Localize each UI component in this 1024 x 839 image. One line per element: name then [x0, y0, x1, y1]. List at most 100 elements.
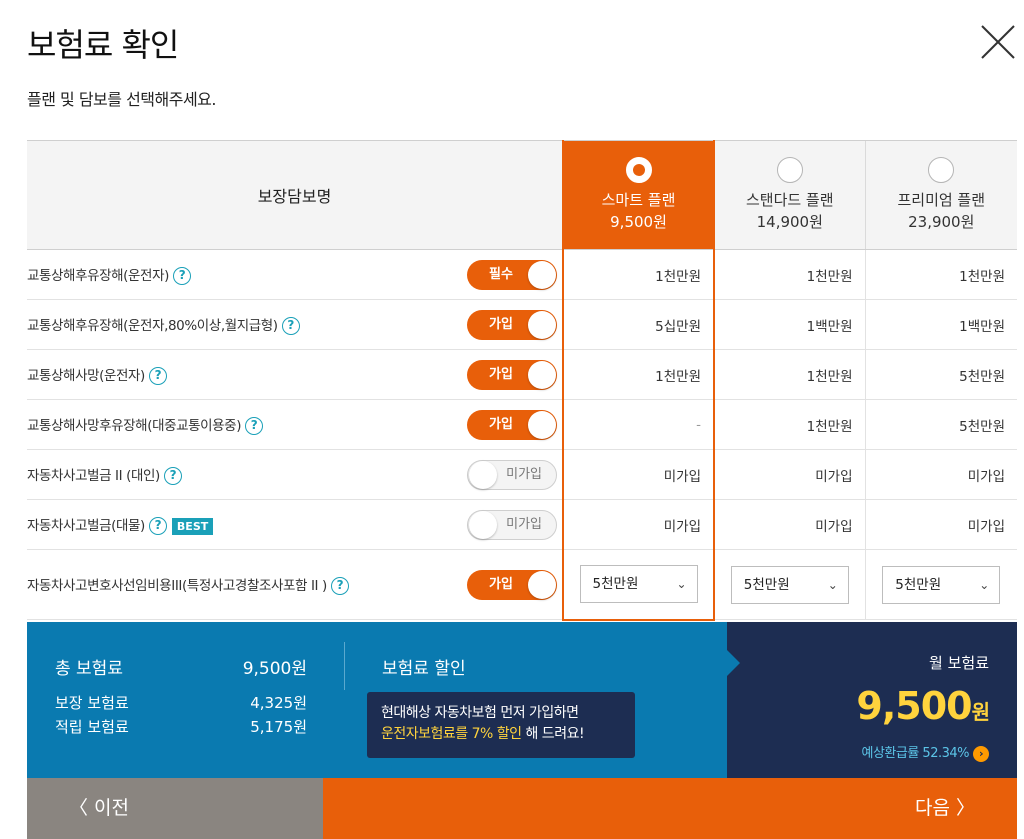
savings-premium-label: 적립 보험료	[55, 718, 129, 736]
monthly-amount-value: 9,500	[856, 684, 972, 728]
table-row: 교통상해후유장해(운전자,80%이상,월지급형)? 가입 5십만원 1백만원 1…	[27, 299, 1018, 350]
plan-premium[interactable]: 프리미엄 플랜 23,900원	[864, 140, 1018, 250]
value-cell: 미가입	[864, 449, 1018, 500]
table-row: 교통상해후유장해(운전자)? 필수 1천만원 1천만원 1천만원	[27, 249, 1018, 300]
value-cell: 1천만원	[713, 399, 866, 450]
toggle-cell: 가입	[467, 349, 564, 400]
plan-radio-standard[interactable]	[776, 157, 803, 183]
plan-name: 스탠다드 플랜	[745, 191, 834, 209]
close-icon	[981, 25, 1015, 59]
select-value: 5천만원	[592, 576, 639, 593]
help-icon[interactable]: ?	[172, 267, 191, 285]
plan-smart[interactable]: 스마트 플랜 9,500원	[562, 140, 716, 250]
select-value: 5천만원	[743, 576, 790, 593]
value-cell: 5천만원 ⌄	[864, 549, 1018, 620]
value-cell: 5천만원	[864, 349, 1018, 400]
coverage-name-header: 보장담보명	[27, 140, 564, 250]
chevron-down-icon: ⌄	[827, 577, 838, 592]
coverage-name: 자동차사고벌금(대물)? BEST	[27, 499, 467, 550]
table-row: 교통상해사망후유장해(대중교통이용중)? 가입 - 1천만원 5천만원	[27, 399, 1018, 450]
toggle-cell: 미가입	[467, 449, 564, 500]
coverage-name: 자동차사고변호사선임비용III(특정사고경찰조사포함 II )?	[27, 549, 467, 620]
amount-select[interactable]: 5천만원 ⌄	[882, 565, 1001, 604]
coverage-table: 보장담보명 스마트 플랜 9,500원 스탠다드 플랜 14,900원 프리미엄…	[27, 140, 1018, 621]
toggle-knob	[528, 410, 556, 439]
table-row: 자동차사고벌금(대물)? BEST 미가입 미가입 미가입 미가입	[27, 499, 1018, 550]
value-cell: 5천만원 ⌄	[562, 549, 716, 621]
value-cell: 미가입	[713, 449, 866, 500]
banner-line: 운전자보험료를 7% 할인 해 드려요!	[381, 724, 621, 745]
coverage-label: 자동차사고변호사선임비용III(특정사고경찰조사포함 II )	[27, 578, 327, 594]
toggle-cell: 가입	[467, 299, 564, 350]
amount-select[interactable]: 5천만원 ⌄	[579, 565, 698, 604]
coverage-name: 교통상해후유장해(운전자,80%이상,월지급형)?	[27, 299, 467, 350]
plan-radio-premium[interactable]	[928, 157, 955, 183]
toggle-cell: 필수	[467, 249, 564, 300]
table-row: 자동차사고변호사선임비용III(특정사고경찰조사포함 II )? 가입 5천만원…	[27, 549, 1018, 621]
toggle-cell: 가입	[467, 549, 564, 620]
toggle-knob	[528, 310, 556, 339]
coverage-toggle[interactable]: 가입	[467, 309, 557, 340]
coverage-toggle[interactable]: 가입	[467, 409, 557, 440]
coverage-label: 교통상해후유장해(운전자,80%이상,월지급형)	[27, 318, 278, 334]
toggle-label: 가입	[489, 576, 513, 592]
coverage-premium-value: 4,325원	[250, 694, 307, 712]
coverage-name: 교통상해후유장해(운전자)?	[27, 249, 467, 300]
value-cell: 5천만원 ⌄	[713, 549, 866, 620]
monthly-premium-amount: 9,500원	[856, 684, 990, 728]
toggle-knob	[528, 260, 556, 289]
savings-premium-value: 5,175원	[250, 718, 307, 736]
plan-radio-smart[interactable]	[625, 157, 652, 183]
banner-tail: 해 드려요!	[521, 726, 585, 742]
table-row: 자동차사고벌금 II (대인)? 미가입 미가입 미가입 미가입	[27, 449, 1018, 500]
coverage-label: 교통상해사망후유장해(대중교통이용중)	[27, 418, 242, 434]
coverage-toggle[interactable]: 필수	[467, 259, 557, 290]
toggle-cell: 미가입	[467, 499, 564, 550]
value-cell: 1천만원	[864, 249, 1018, 300]
close-button[interactable]	[978, 22, 1018, 62]
chevron-down-icon: ⌄	[979, 577, 990, 592]
plan-standard[interactable]: 스탠다드 플랜 14,900원	[713, 140, 866, 250]
value-cell: 미가입	[713, 499, 866, 550]
refund-rate-text: 예상환급률 52.34%	[861, 746, 969, 761]
prev-button[interactable]: 〈 이전	[27, 778, 323, 839]
coverage-toggle[interactable]: 가입	[467, 359, 557, 390]
chevron-right-icon: ›	[973, 745, 989, 762]
toggle-label: 가입	[489, 416, 513, 432]
plan-name: 프리미엄 플랜	[897, 191, 986, 209]
toggle-knob	[528, 360, 556, 389]
help-icon[interactable]: ?	[163, 467, 182, 485]
discount-banner[interactable]: 현대해상 자동차보험 먼저 가입하면 운전자보험료를 7% 할인 해 드려요!	[367, 692, 635, 758]
help-icon[interactable]: ?	[148, 367, 167, 385]
plan-price: 14,900원	[756, 213, 823, 231]
coverage-toggle[interactable]: 미가입	[467, 459, 557, 490]
value-cell: 미가입	[562, 449, 716, 500]
value-cell: 미가입	[864, 499, 1018, 550]
refund-rate-link[interactable]: 예상환급률 52.34% ›	[861, 742, 989, 762]
page-title: 보험료 확인	[27, 26, 179, 64]
next-button[interactable]: 다음 〉	[323, 778, 1017, 839]
divider	[344, 642, 345, 690]
toggle-knob	[469, 460, 497, 489]
toggle-label: 가입	[489, 366, 513, 382]
value-cell: 1천만원	[713, 349, 866, 400]
plan-price: 9,500원	[610, 213, 667, 231]
coverage-toggle[interactable]: 가입	[467, 569, 557, 600]
select-value: 5천만원	[895, 576, 942, 593]
amount-select[interactable]: 5천만원 ⌄	[730, 565, 849, 604]
toggle-label: 가입	[489, 316, 513, 332]
help-icon[interactable]: ?	[148, 517, 167, 535]
value-cell: 미가입	[562, 499, 716, 550]
empty-value: -	[696, 416, 702, 433]
help-icon[interactable]: ?	[330, 577, 349, 595]
coverage-toggle[interactable]: 미가입	[467, 509, 557, 540]
page-subtitle: 플랜 및 담보를 선택해주세요.	[27, 90, 216, 109]
toggle-label: 필수	[489, 266, 513, 282]
discount-title: 보험료 할인	[382, 659, 466, 679]
help-icon[interactable]: ?	[281, 317, 300, 335]
plan-name: 스마트 플랜	[601, 191, 676, 209]
help-icon[interactable]: ?	[245, 417, 264, 435]
toggle-knob	[469, 510, 497, 539]
banner-highlight: 운전자보험료를 7% 할인	[381, 726, 522, 742]
coverage-label: 교통상해사망(운전자)	[27, 368, 145, 384]
